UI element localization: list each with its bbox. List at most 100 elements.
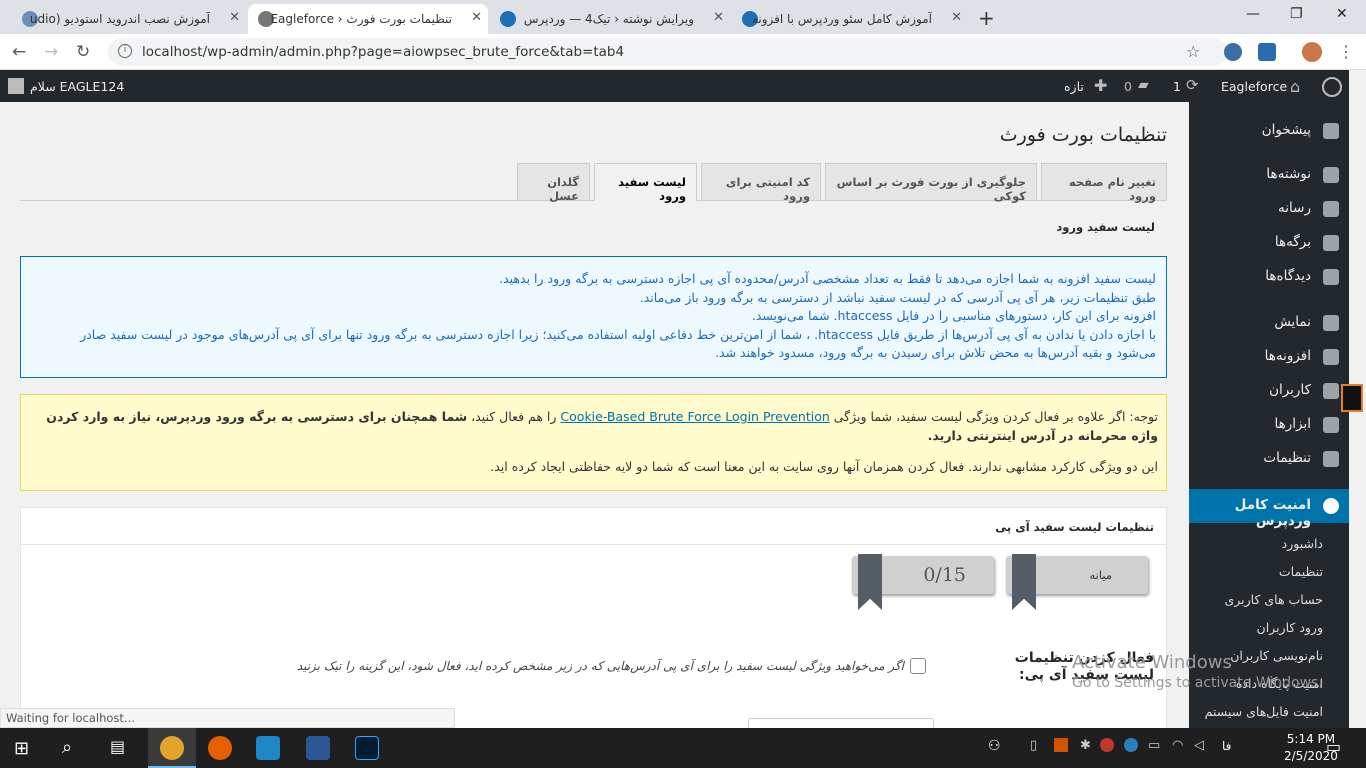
- comments-count[interactable]: 0: [1124, 79, 1132, 94]
- app-icon[interactable]: [256, 736, 280, 760]
- new-content-link[interactable]: تازه: [1064, 79, 1084, 94]
- submenu-item[interactable]: تنظیمات: [1189, 558, 1349, 586]
- home-icon: ⌂: [1290, 77, 1301, 96]
- windows-start-icon[interactable]: ⊞: [14, 738, 29, 759]
- updates-count[interactable]: 1: [1173, 79, 1181, 94]
- tab-login-captcha[interactable]: کد امنیتی برای ورود: [701, 163, 821, 203]
- back-icon[interactable]: ←: [12, 42, 26, 62]
- tray-icon[interactable]: ✱: [1080, 738, 1091, 753]
- browser-status-bar: Waiting for localhost...: [0, 708, 455, 728]
- site-info-icon[interactable]: i: [118, 44, 132, 58]
- browser-tab[interactable]: ویرایش نوشته ‹ تیک4 — وردپرس ✕: [490, 4, 730, 34]
- search-icon[interactable]: ⌕: [62, 737, 72, 758]
- address-bar[interactable]: i localhost/wp-admin/admin.php?page=aiow…: [108, 38, 1228, 66]
- menu-item-pages[interactable]: برگه‌ها: [1189, 226, 1349, 260]
- forward-icon[interactable]: →: [44, 42, 58, 62]
- close-tab-icon[interactable]: ✕: [229, 10, 240, 25]
- submenu-item[interactable]: امنیت فایل‌های سیستم: [1189, 698, 1349, 726]
- browser-tab[interactable]: آموزش نصب اندروید استودیو (udio ✕: [8, 4, 246, 34]
- submenu-item[interactable]: ورود کاربران: [1189, 614, 1349, 642]
- settings-icon: [1323, 451, 1339, 467]
- input-language[interactable]: فا: [1222, 739, 1231, 753]
- firefox-icon[interactable]: [208, 736, 232, 760]
- close-tab-icon[interactable]: ✕: [951, 10, 962, 25]
- pin-icon: [1323, 167, 1339, 183]
- tab-title: ویرایش نوشته ‹ تیک4 — وردپرس: [523, 12, 694, 26]
- site-name-link[interactable]: Eagleforce: [1221, 79, 1287, 94]
- menu-icon[interactable]: ⋮: [1338, 42, 1354, 61]
- submenu-item[interactable]: حساب های کاربری: [1189, 586, 1349, 614]
- browser-tab-active[interactable]: تنظیمات بورت فورث ‹ Eagleforce ✕: [248, 4, 488, 34]
- browser-toolbar: ← → ↻ i localhost/wp-admin/admin.php?pag…: [0, 34, 1366, 70]
- info-line: طبق تنظیمات زیر، هر آی پی آدرسی که در لی…: [639, 289, 1156, 305]
- tray-icon[interactable]: ▯: [1030, 738, 1037, 753]
- info-line: افزونه برای این کار، دستورهای مناسبی را …: [751, 308, 1156, 323]
- dashboard-icon: [1323, 123, 1339, 139]
- info-box: لیست سفید افزونه به شما اجازه می‌دهد تا …: [20, 256, 1167, 378]
- browser-tab-strip: آموزش نصب اندروید استودیو (udio ✕ تنظیما…: [0, 0, 1366, 34]
- shield-icon: [1012, 554, 1036, 610]
- maximize-icon[interactable]: ❐: [1290, 6, 1303, 22]
- security-level-badge: میانه: [1006, 554, 1148, 610]
- bookmark-star-icon[interactable]: ☆: [1186, 42, 1200, 61]
- wifi-icon[interactable]: ◠: [1172, 738, 1183, 753]
- volume-icon[interactable]: ◁: [1194, 738, 1204, 753]
- tray-icon[interactable]: [1100, 738, 1114, 752]
- tab-honeypot[interactable]: گلدان عسل: [517, 163, 590, 203]
- extension-icon[interactable]: [1258, 43, 1276, 61]
- word-icon[interactable]: [306, 736, 330, 760]
- user-avatar: [8, 78, 24, 94]
- close-tab-icon[interactable]: ✕: [713, 10, 724, 25]
- menu-item-media[interactable]: رسانه: [1189, 192, 1349, 226]
- menu-item-users[interactable]: کاربران: [1189, 374, 1349, 408]
- menu-item-comments[interactable]: دیدگاه‌ها: [1189, 260, 1349, 294]
- warning-text: این دو ویژگی کارکرد مشابهی ندارند. فعال …: [490, 459, 1158, 474]
- people-icon[interactable]: ⚇: [988, 738, 1001, 754]
- wordpress-logo-icon[interactable]: [1322, 77, 1342, 97]
- plus-icon: ✚: [1094, 76, 1108, 95]
- menu-item-tools[interactable]: ابزارها: [1189, 408, 1349, 442]
- new-tab-icon[interactable]: +: [978, 6, 995, 30]
- close-window-icon[interactable]: ✕: [1336, 6, 1348, 22]
- submenu-item[interactable]: داشبورد: [1189, 530, 1349, 558]
- updates-icon: ⟳: [1186, 76, 1199, 94]
- menu-item-posts[interactable]: نوشته‌ها: [1189, 158, 1349, 192]
- extension-icon[interactable]: [1224, 43, 1242, 61]
- menu-item-security[interactable]: امنیت کامل وردپرس: [1189, 489, 1349, 529]
- shield-icon: [1323, 498, 1339, 514]
- reload-icon[interactable]: ↻: [76, 42, 90, 62]
- menu-item-dashboard[interactable]: پیشخوان: [1189, 114, 1349, 148]
- postbox-title: تنظیمات لیست سفید آی پی: [21, 508, 1166, 545]
- taskbar-chrome-active[interactable]: [148, 728, 196, 768]
- notifications-icon[interactable]: ▭: [1326, 737, 1341, 756]
- menu-item-appearance[interactable]: نمایش: [1189, 306, 1349, 340]
- minimize-icon[interactable]: —: [1246, 6, 1260, 22]
- info-line: با اجازه دادن یا ندادن به آی پی آدرس‌ها …: [80, 326, 1156, 342]
- wrench-icon: [1323, 417, 1339, 433]
- nav-tabs: تغییر نام صفحه ورود جلوگیری از بورت فورث…: [20, 163, 1167, 203]
- browser-tab[interactable]: آموزش کامل سئو وردپرس با افزونه ✕: [732, 4, 968, 34]
- menu-item-settings[interactable]: تنظیمات: [1189, 442, 1349, 476]
- tab-title: تنظیمات بورت فورث ‹ Eagleforce: [270, 12, 452, 26]
- floating-widget-icon[interactable]: [1341, 384, 1363, 412]
- menu-item-plugins[interactable]: افزونه‌ها: [1189, 340, 1349, 374]
- wp-admin-bar: ⌂ Eagleforce ⟳ 1 ▰ 0 ✚ تازه سلام EAGLE12…: [0, 70, 1366, 102]
- enable-whitelist-checkbox[interactable]: [910, 658, 926, 674]
- tab-cookie-prevention[interactable]: جلوگیری از بورت فورث بر اساس کوکی: [825, 163, 1037, 203]
- close-tab-icon[interactable]: ✕: [471, 10, 482, 25]
- tray-icon[interactable]: [1054, 738, 1068, 752]
- battery-icon[interactable]: ▭: [1148, 738, 1160, 753]
- my-account-link[interactable]: سلام EAGLE124: [30, 79, 124, 94]
- users-icon: [1323, 383, 1339, 399]
- cookie-prevention-link[interactable]: Cookie-Based Brute Force Login Preventio…: [560, 409, 829, 424]
- tray-icon[interactable]: [1124, 738, 1138, 752]
- photoshop-icon[interactable]: [355, 736, 379, 760]
- task-view-icon[interactable]: ▤: [110, 737, 125, 756]
- tab-title: آموزش کامل سئو وردپرس با افزونه: [751, 12, 932, 26]
- tab-rename-login[interactable]: تغییر نام صفحه ورود: [1041, 163, 1167, 203]
- tab-login-whitelist[interactable]: لیست سفید ورود: [594, 163, 697, 203]
- profile-avatar[interactable]: [1302, 42, 1322, 62]
- section-heading: لیست سفید ورود: [1056, 220, 1155, 234]
- url-text: localhost/wp-admin/admin.php?page=aiowps…: [142, 44, 625, 60]
- main-content: تنظیمات بورت فورث تغییر نام صفحه ورود جل…: [0, 102, 1189, 748]
